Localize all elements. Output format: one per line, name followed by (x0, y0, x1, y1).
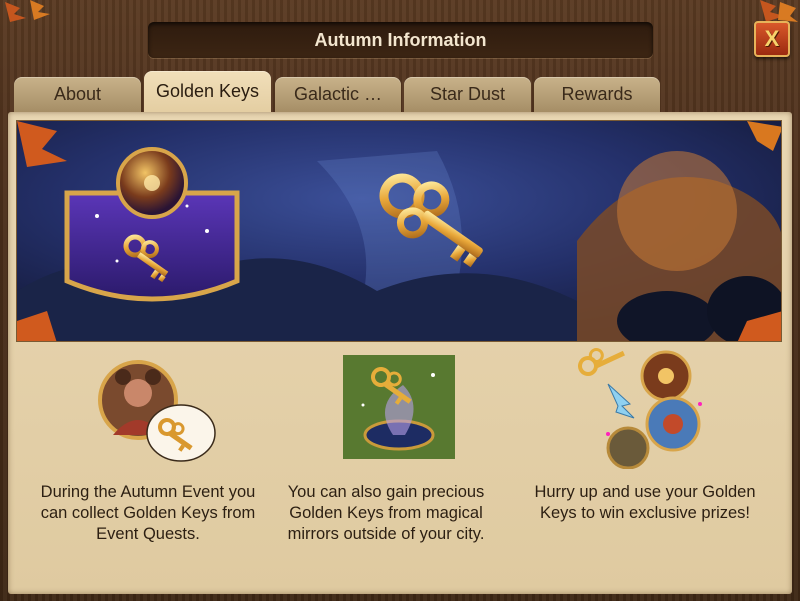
card-description-prizes: Hurry up and use your Golden Keys to win… (534, 483, 756, 522)
close-icon: X (764, 26, 780, 51)
card-description-quests: During the Autumn Event you can collect … (40, 483, 256, 543)
card-description-mirrors: You can also gain precious Golden Keys f… (287, 483, 485, 543)
tab-star-dust[interactable]: Star Dust (404, 77, 531, 112)
tab-rewards[interactable]: Rewards (534, 77, 660, 112)
magic-mirror-icon (343, 355, 455, 459)
event-banner (16, 120, 782, 342)
tab-bar: About Golden Keys Galactic … Star Dust R… (14, 71, 674, 112)
window-title-bar: Autumn Information (148, 22, 653, 58)
close-button[interactable]: X (754, 21, 790, 57)
event-info-window: Autumn Information X About Golden Keys G… (0, 0, 800, 601)
tab-about[interactable]: About (14, 77, 141, 112)
tab-content-panel: During the Autumn Event you can collect … (8, 112, 792, 594)
banner-art (17, 121, 781, 341)
window-title: Autumn Information (314, 29, 487, 50)
character-with-key-icon (98, 360, 216, 462)
autumn-leaves-decoration (5, 0, 50, 22)
key-to-prizes-icon (578, 347, 702, 469)
tab-golden-keys[interactable]: Golden Keys (144, 71, 271, 112)
tab-galactic[interactable]: Galactic … (275, 77, 401, 112)
